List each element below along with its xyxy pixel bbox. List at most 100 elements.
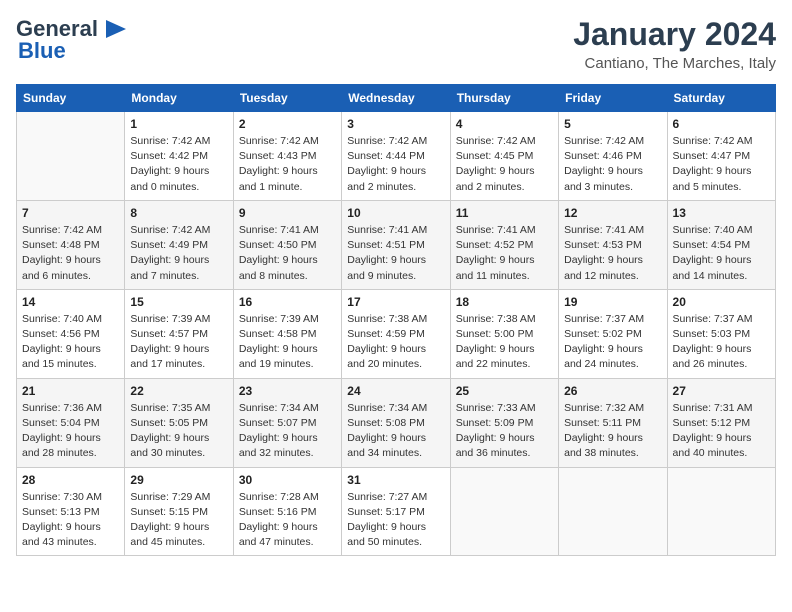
calendar-cell: 20 Sunrise: 7:37 AM Sunset: 5:03 PM Dayli…	[667, 289, 775, 378]
day-number: 22	[130, 384, 227, 398]
day-info: Sunrise: 7:38 AM Sunset: 5:00 PM Dayligh…	[456, 312, 553, 373]
day-info: Sunrise: 7:40 AM Sunset: 4:56 PM Dayligh…	[22, 312, 119, 373]
day-info: Sunrise: 7:39 AM Sunset: 4:57 PM Dayligh…	[130, 312, 227, 373]
day-info: Sunrise: 7:42 AM Sunset: 4:47 PM Dayligh…	[673, 134, 770, 195]
day-number: 30	[239, 473, 336, 487]
calendar-cell: 29 Sunrise: 7:29 AM Sunset: 5:15 PM Dayli…	[125, 467, 233, 556]
day-number: 5	[564, 117, 661, 131]
calendar-cell: 24 Sunrise: 7:34 AM Sunset: 5:08 PM Dayli…	[342, 378, 450, 467]
day-info: Sunrise: 7:36 AM Sunset: 5:04 PM Dayligh…	[22, 401, 119, 462]
calendar-cell: 17 Sunrise: 7:38 AM Sunset: 4:59 PM Dayli…	[342, 289, 450, 378]
day-info: Sunrise: 7:34 AM Sunset: 5:08 PM Dayligh…	[347, 401, 444, 462]
day-info: Sunrise: 7:42 AM Sunset: 4:48 PM Dayligh…	[22, 223, 119, 284]
day-info: Sunrise: 7:37 AM Sunset: 5:03 PM Dayligh…	[673, 312, 770, 373]
calendar-cell	[559, 467, 667, 556]
day-number: 23	[239, 384, 336, 398]
day-number: 21	[22, 384, 119, 398]
day-info: Sunrise: 7:42 AM Sunset: 4:44 PM Dayligh…	[347, 134, 444, 195]
day-number: 9	[239, 206, 336, 220]
logo: General Blue	[16, 16, 130, 64]
calendar-cell: 6 Sunrise: 7:42 AM Sunset: 4:47 PM Daylig…	[667, 112, 775, 201]
calendar-cell: 13Sunrise: 7:40 AM Sunset: 4:54 PM Dayli…	[667, 200, 775, 289]
calendar-cell: 2Sunrise: 7:42 AM Sunset: 4:43 PM Daylig…	[233, 112, 341, 201]
day-number: 18	[456, 295, 553, 309]
day-number: 25	[456, 384, 553, 398]
day-info: Sunrise: 7:42 AM Sunset: 4:46 PM Dayligh…	[564, 134, 661, 195]
day-number: 29	[130, 473, 227, 487]
calendar-cell: 1Sunrise: 7:42 AM Sunset: 4:42 PM Daylig…	[125, 112, 233, 201]
day-info: Sunrise: 7:41 AM Sunset: 4:53 PM Dayligh…	[564, 223, 661, 284]
day-info: Sunrise: 7:34 AM Sunset: 5:07 PM Dayligh…	[239, 401, 336, 462]
calendar-cell: 27 Sunrise: 7:31 AM Sunset: 5:12 PM Dayli…	[667, 378, 775, 467]
day-info: Sunrise: 7:32 AM Sunset: 5:11 PM Dayligh…	[564, 401, 661, 462]
day-number: 8	[130, 206, 227, 220]
day-number: 24	[347, 384, 444, 398]
day-info: Sunrise: 7:39 AM Sunset: 4:58 PM Dayligh…	[239, 312, 336, 373]
day-info: Sunrise: 7:27 AM Sunset: 5:17 PM Dayligh…	[347, 490, 444, 551]
calendar-week-5: 28 Sunrise: 7:30 AM Sunset: 5:13 PM Dayli…	[17, 467, 776, 556]
day-number: 12	[564, 206, 661, 220]
day-number: 28	[22, 473, 119, 487]
calendar-subtitle: Cantiano, The Marches, Italy	[573, 55, 776, 72]
day-number: 3	[347, 117, 444, 131]
calendar-cell: 23 Sunrise: 7:34 AM Sunset: 5:07 PM Dayli…	[233, 378, 341, 467]
day-info: Sunrise: 7:41 AM Sunset: 4:51 PM Dayligh…	[347, 223, 444, 284]
calendar-cell: 8 Sunrise: 7:42 AM Sunset: 4:49 PM Daylig…	[125, 200, 233, 289]
day-number: 6	[673, 117, 770, 131]
page-header: General Blue January 2024 Cantiano, The …	[16, 16, 776, 72]
logo-blue: Blue	[18, 38, 66, 64]
calendar-cell: 11Sunrise: 7:41 AM Sunset: 4:52 PM Dayli…	[450, 200, 558, 289]
calendar-cell: 4Sunrise: 7:42 AM Sunset: 4:45 PM Daylig…	[450, 112, 558, 201]
day-number: 31	[347, 473, 444, 487]
header-monday: Monday	[125, 85, 233, 112]
day-number: 27	[673, 384, 770, 398]
calendar-cell	[667, 467, 775, 556]
calendar-cell: 25 Sunrise: 7:33 AM Sunset: 5:09 PM Dayli…	[450, 378, 558, 467]
calendar-cell	[450, 467, 558, 556]
header-tuesday: Tuesday	[233, 85, 341, 112]
header-wednesday: Wednesday	[342, 85, 450, 112]
calendar-cell: 9 Sunrise: 7:41 AM Sunset: 4:50 PM Daylig…	[233, 200, 341, 289]
day-info: Sunrise: 7:42 AM Sunset: 4:45 PM Dayligh…	[456, 134, 553, 195]
calendar-cell: 10 Sunrise: 7:41 AM Sunset: 4:51 PM Dayli…	[342, 200, 450, 289]
day-info: Sunrise: 7:33 AM Sunset: 5:09 PM Dayligh…	[456, 401, 553, 462]
calendar-cell: 22 Sunrise: 7:35 AM Sunset: 5:05 PM Dayli…	[125, 378, 233, 467]
day-info: Sunrise: 7:30 AM Sunset: 5:13 PM Dayligh…	[22, 490, 119, 551]
day-number: 15	[130, 295, 227, 309]
calendar-cell: 5 Sunrise: 7:42 AM Sunset: 4:46 PM Daylig…	[559, 112, 667, 201]
calendar-title: January 2024	[573, 16, 776, 53]
day-number: 7	[22, 206, 119, 220]
calendar-cell: 30 Sunrise: 7:28 AM Sunset: 5:16 PM Dayli…	[233, 467, 341, 556]
calendar-week-1: 1Sunrise: 7:42 AM Sunset: 4:42 PM Daylig…	[17, 112, 776, 201]
day-info: Sunrise: 7:29 AM Sunset: 5:15 PM Dayligh…	[130, 490, 227, 551]
title-block: January 2024 Cantiano, The Marches, Ital…	[573, 16, 776, 72]
day-number: 11	[456, 206, 553, 220]
calendar-week-2: 7 Sunrise: 7:42 AM Sunset: 4:48 PM Daylig…	[17, 200, 776, 289]
calendar-cell: 3 Sunrise: 7:42 AM Sunset: 4:44 PM Daylig…	[342, 112, 450, 201]
day-info: Sunrise: 7:37 AM Sunset: 5:02 PM Dayligh…	[564, 312, 661, 373]
calendar-table: SundayMondayTuesdayWednesdayThursdayFrid…	[16, 84, 776, 556]
day-number: 1	[130, 117, 227, 131]
calendar-cell: 15 Sunrise: 7:39 AM Sunset: 4:57 PM Dayli…	[125, 289, 233, 378]
day-info: Sunrise: 7:35 AM Sunset: 5:05 PM Dayligh…	[130, 401, 227, 462]
calendar-cell: 31 Sunrise: 7:27 AM Sunset: 5:17 PM Dayli…	[342, 467, 450, 556]
day-number: 20	[673, 295, 770, 309]
day-number: 19	[564, 295, 661, 309]
day-info: Sunrise: 7:42 AM Sunset: 4:49 PM Dayligh…	[130, 223, 227, 284]
day-number: 16	[239, 295, 336, 309]
day-info: Sunrise: 7:40 AM Sunset: 4:54 PM Dayligh…	[673, 223, 770, 284]
day-info: Sunrise: 7:28 AM Sunset: 5:16 PM Dayligh…	[239, 490, 336, 551]
day-info: Sunrise: 7:41 AM Sunset: 4:50 PM Dayligh…	[239, 223, 336, 284]
calendar-cell: 21 Sunrise: 7:36 AM Sunset: 5:04 PM Dayli…	[17, 378, 125, 467]
day-number: 17	[347, 295, 444, 309]
calendar-week-4: 21 Sunrise: 7:36 AM Sunset: 5:04 PM Dayli…	[17, 378, 776, 467]
day-info: Sunrise: 7:31 AM Sunset: 5:12 PM Dayligh…	[673, 401, 770, 462]
day-number: 14	[22, 295, 119, 309]
day-number: 10	[347, 206, 444, 220]
day-info: Sunrise: 7:38 AM Sunset: 4:59 PM Dayligh…	[347, 312, 444, 373]
calendar-week-3: 14 Sunrise: 7:40 AM Sunset: 4:56 PM Dayli…	[17, 289, 776, 378]
logo-arrow-icon	[98, 18, 130, 40]
day-number: 2	[239, 117, 336, 131]
calendar-cell: 26Sunrise: 7:32 AM Sunset: 5:11 PM Dayli…	[559, 378, 667, 467]
calendar-cell: 7 Sunrise: 7:42 AM Sunset: 4:48 PM Daylig…	[17, 200, 125, 289]
